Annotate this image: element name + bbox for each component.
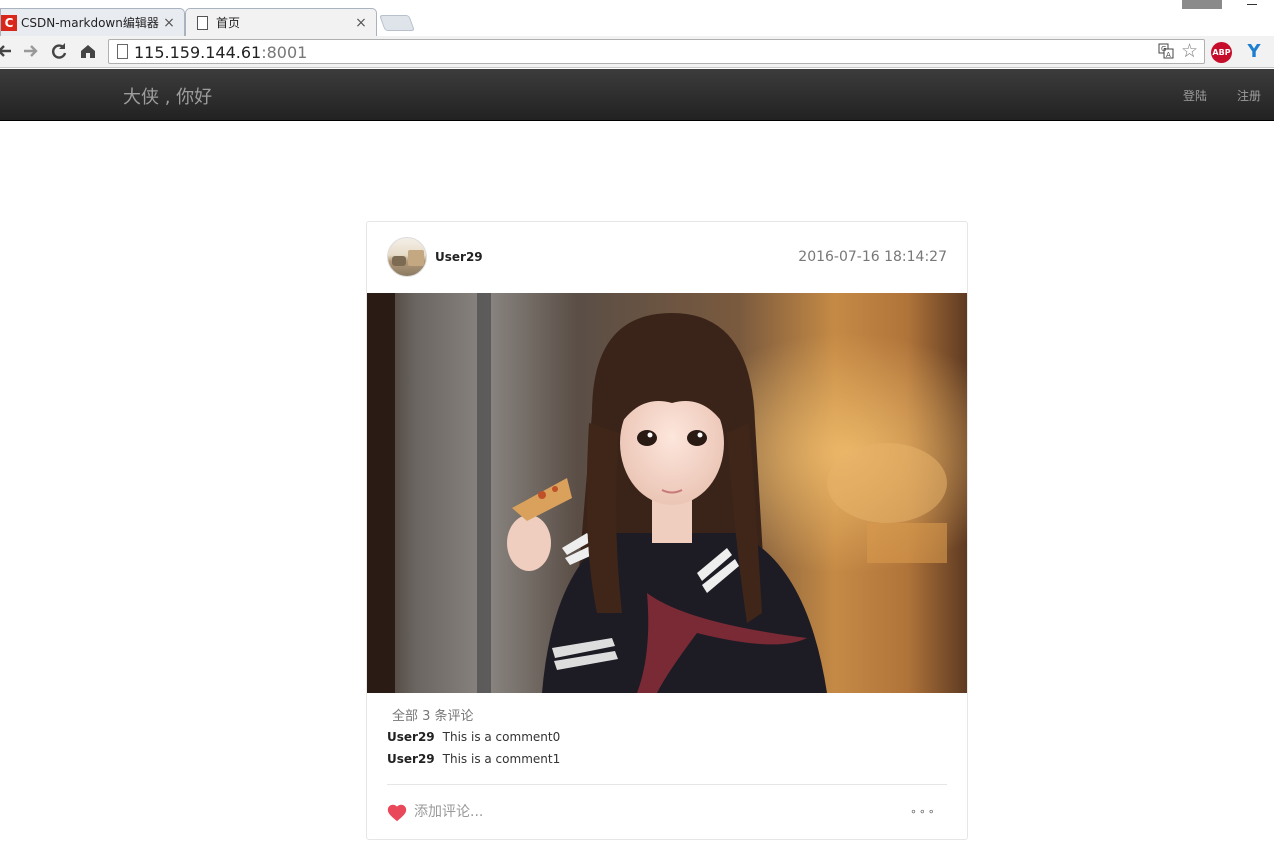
reload-icon[interactable]	[48, 40, 70, 62]
tab-csdn[interactable]: C CSDN-markdown编辑器 ×	[0, 8, 185, 36]
star-icon[interactable]: ☆	[1181, 40, 1198, 62]
site-navbar: 大侠 , 你好 登陆 注册	[0, 69, 1274, 121]
extension-icon[interactable]: Y	[1245, 42, 1263, 62]
like-heart-icon[interactable]	[386, 802, 408, 824]
minimize-icon[interactable]	[1247, 0, 1257, 5]
add-comment-input[interactable]	[414, 804, 814, 820]
comment-count[interactable]: 全部 3 条评论	[392, 705, 474, 724]
comment-user[interactable]: User29	[387, 752, 435, 766]
url-text[interactable]: 115.159.144.61:8001	[134, 43, 307, 62]
address-bar[interactable]: 115.159.144.61:8001 GA ☆	[108, 39, 1205, 64]
new-tab-button[interactable]	[379, 15, 415, 31]
back-arrow-icon[interactable]	[0, 40, 16, 62]
home-icon[interactable]	[77, 40, 99, 62]
comment-user[interactable]: User29	[387, 730, 435, 744]
post-photo[interactable]	[367, 293, 967, 693]
browser-tabstrip: C CSDN-markdown编辑器 × 首页 ×	[0, 0, 1274, 36]
close-tab-icon[interactable]: ×	[354, 15, 368, 31]
forward-arrow-icon[interactable]	[20, 40, 42, 62]
comment-text: This is a comment1	[442, 752, 561, 766]
avatar[interactable]	[387, 237, 427, 277]
more-options-icon[interactable]: ∘∘∘	[910, 805, 937, 818]
svg-text:A: A	[1166, 51, 1171, 59]
tab-home[interactable]: 首页 ×	[185, 8, 377, 36]
browser-toolbar: 115.159.144.61:8001 GA ☆ ABP Y	[0, 36, 1274, 68]
tab-label: 首页	[216, 16, 241, 30]
window-badge	[1182, 0, 1222, 9]
post-username[interactable]: User29	[435, 250, 483, 264]
divider	[387, 784, 947, 785]
document-icon	[197, 15, 208, 30]
adblock-icon[interactable]: ABP	[1211, 42, 1232, 63]
post-card: User29 2016-07-16 18:14:27 全部 3 条评论 User…	[366, 221, 968, 840]
register-link[interactable]: 注册	[1237, 87, 1261, 104]
translate-icon[interactable]: GA	[1158, 43, 1174, 63]
brand-greeting[interactable]: 大侠 , 你好	[123, 83, 212, 109]
comment-item: User29 This is a comment1	[387, 752, 560, 766]
close-tab-icon[interactable]: ×	[162, 15, 176, 31]
comment-item: User29 This is a comment0	[387, 730, 560, 744]
login-link[interactable]: 登陆	[1183, 87, 1207, 104]
csdn-favicon-icon: C	[1, 14, 17, 31]
page-icon	[117, 44, 128, 59]
comment-text: This is a comment0	[442, 730, 561, 744]
post-timestamp: 2016-07-16 18:14:27	[798, 249, 947, 265]
tab-label: CSDN-markdown编辑器	[21, 16, 159, 30]
